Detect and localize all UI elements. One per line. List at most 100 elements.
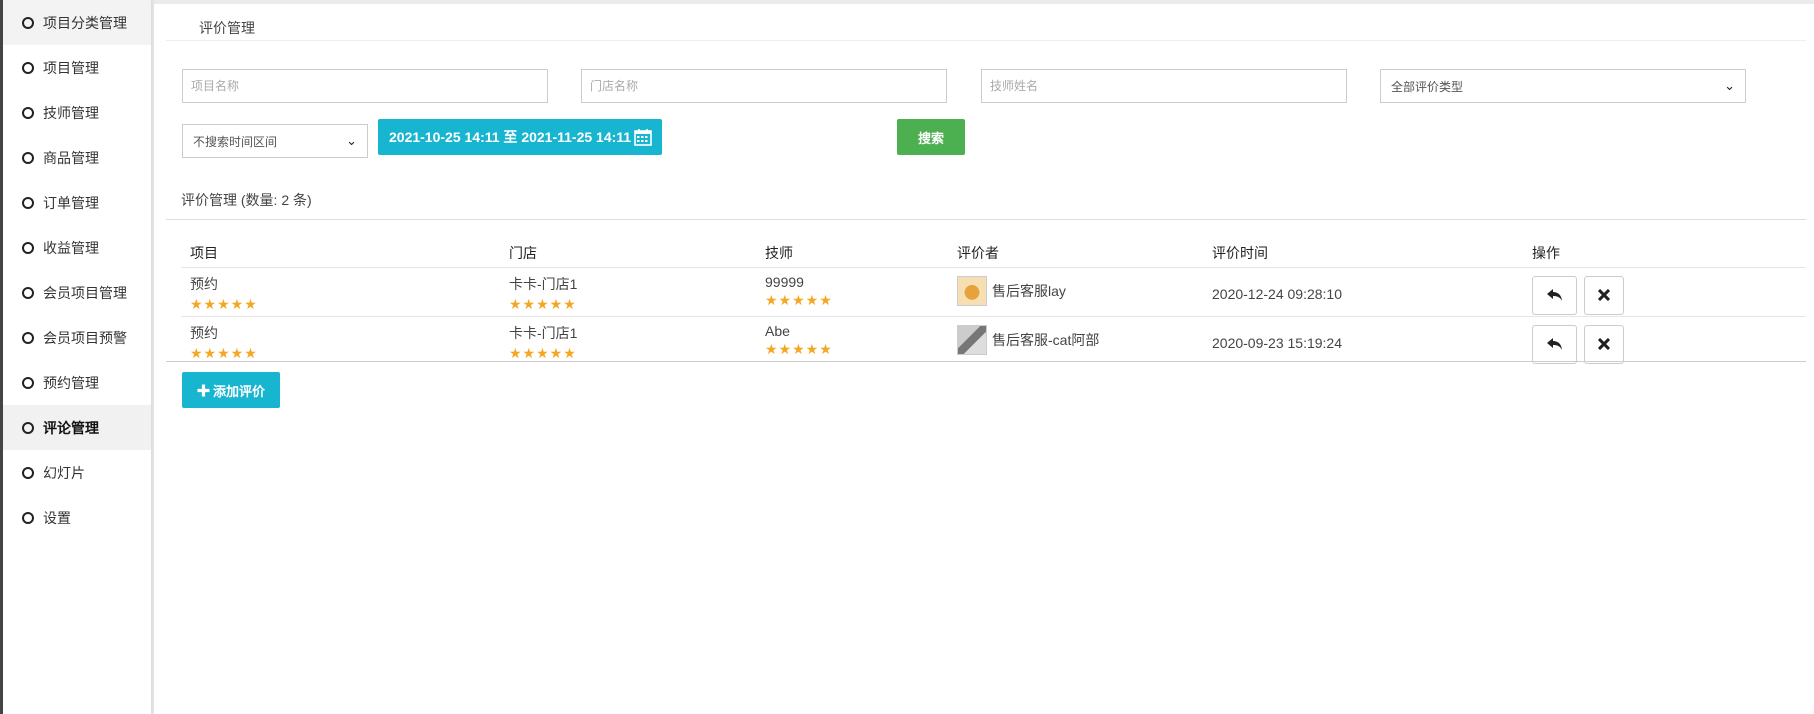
project-cell: 预约 ★★★★★ — [181, 266, 500, 316]
sidebar-item-label: 商品管理 — [43, 149, 99, 166]
divider — [166, 219, 1806, 220]
circle-icon — [22, 376, 34, 389]
sidebar-item-label: 技师管理 — [43, 104, 99, 121]
date-range-label: 2021-10-25 14:11 至 2021-11-25 14:11 — [389, 129, 632, 145]
list-header: 评价管理 (数量: 2 条) — [181, 192, 312, 208]
sidebar-item-member-projects[interactable]: 会员项目管理 — [3, 270, 151, 315]
time-range-select[interactable]: 不搜索时间区间 ⌄ — [182, 124, 368, 158]
sidebar: 项目分类管理 项目管理 技师管理 商品管理 订单管理 收益管理 会员项目管理 会… — [3, 0, 151, 714]
store-name-input[interactable] — [581, 69, 947, 103]
sidebar-item-technicians[interactable]: 技师管理 — [3, 90, 151, 135]
star-rating: ★★★★★ — [765, 340, 833, 357]
circle-icon — [22, 286, 34, 299]
column-header: 门店 — [509, 244, 537, 261]
table-header-row: 项目 门店 技师 评价者 评价时间 操作 — [181, 239, 1806, 267]
sidebar-item-member-alerts[interactable]: 会员项目预警 — [3, 315, 151, 360]
divider — [166, 40, 1806, 41]
reply-button[interactable] — [1532, 324, 1577, 364]
sidebar-item-label: 预约管理 — [43, 374, 99, 391]
sidebar-item-label: 项目分类管理 — [43, 14, 127, 31]
review-time: 2020-12-24 09:28:10 — [1203, 266, 1523, 316]
sidebar-item-earnings[interactable]: 收益管理 — [3, 225, 151, 270]
star-rating: ★★★★★ — [509, 344, 577, 361]
circle-icon — [22, 151, 34, 164]
store-cell: 卡卡-门店1 ★★★★★ — [500, 315, 756, 365]
reviewer-name: 售后客服-cat阿部 — [992, 331, 1100, 348]
reply-icon — [1546, 289, 1562, 301]
search-button[interactable]: 搜索 — [897, 119, 965, 155]
project-name: 预约 — [190, 324, 218, 341]
project-cell: 预约 ★★★★★ — [181, 315, 500, 365]
reviewer-cell: 售后客服lay — [948, 266, 1203, 316]
technician-name-input[interactable] — [981, 69, 1347, 103]
project-name-input[interactable] — [182, 69, 548, 103]
review-time: 2020-09-23 15:19:24 — [1203, 315, 1523, 365]
circle-icon — [22, 61, 34, 74]
calendar-icon — [634, 129, 652, 146]
delete-button[interactable] — [1584, 324, 1624, 364]
sidebar-item-projects[interactable]: 项目管理 — [3, 45, 151, 90]
reply-button[interactable] — [1532, 275, 1577, 315]
column-header: 技师 — [765, 244, 793, 261]
circle-icon — [22, 421, 34, 434]
store-name: 卡卡-门店1 — [509, 324, 578, 341]
sidebar-item-settings[interactable]: 设置 — [3, 495, 151, 540]
divider — [166, 361, 1806, 362]
sidebar-item-orders[interactable]: 订单管理 — [3, 180, 151, 225]
page-title: 评价管理 — [199, 20, 255, 36]
circle-icon — [22, 106, 34, 119]
sidebar-item-appointments[interactable]: 预约管理 — [3, 360, 151, 405]
sidebar-item-label: 收益管理 — [43, 239, 99, 256]
table-row: 预约 ★★★★★ 卡卡-门店1 ★★★★★ Abe ★★★★★ 售后客服-cat… — [181, 315, 1806, 365]
technician-name: 99999 — [765, 273, 804, 290]
circle-icon — [22, 16, 34, 29]
avatar — [957, 324, 987, 355]
sidebar-item-label: 评论管理 — [43, 419, 99, 436]
time-range-value: 不搜索时间区间 — [193, 134, 278, 149]
delete-button[interactable] — [1584, 275, 1624, 315]
star-rating: ★★★★★ — [509, 295, 577, 312]
sidebar-item-label: 会员项目管理 — [43, 284, 127, 301]
technician-cell: 99999 ★★★★★ — [756, 266, 948, 316]
column-header: 项目 — [190, 244, 218, 261]
main-panel: 评价管理 全部评价类型 ⌄ 不搜索时间区间 ⌄ 2021-10-25 14:11… — [154, 4, 1814, 714]
sidebar-item-label: 幻灯片 — [43, 464, 85, 481]
star-rating: ★★★★★ — [190, 295, 258, 312]
close-icon — [1598, 289, 1610, 301]
column-header: 评价者 — [957, 244, 999, 261]
sidebar-item-label: 会员项目预警 — [43, 329, 127, 346]
review-type-select[interactable]: 全部评价类型 ⌄ — [1380, 69, 1746, 103]
close-icon — [1598, 338, 1610, 350]
sidebar-item-label: 设置 — [43, 509, 71, 526]
reply-icon — [1546, 338, 1562, 350]
circle-icon — [22, 331, 34, 344]
sidebar-item-label: 订单管理 — [43, 194, 99, 211]
add-review-button[interactable]: 添加评价 — [182, 372, 280, 408]
sidebar-item-category[interactable]: 项目分类管理 — [3, 0, 151, 45]
reviewer-name: 售后客服lay — [992, 282, 1066, 299]
project-name: 预约 — [190, 275, 218, 292]
sidebar-item-label: 项目管理 — [43, 59, 99, 76]
circle-icon — [22, 511, 34, 524]
review-table: 项目 门店 技师 评价者 评价时间 操作 预约 ★★★★★ 卡卡-门店1 ★★★… — [181, 239, 1806, 365]
technician-name: Abe — [765, 322, 790, 339]
star-rating: ★★★★★ — [765, 291, 833, 308]
store-cell: 卡卡-门店1 ★★★★★ — [500, 266, 756, 316]
date-range-picker[interactable]: 2021-10-25 14:11 至 2021-11-25 14:11 — [378, 119, 662, 155]
avatar — [957, 275, 987, 306]
column-header: 操作 — [1532, 244, 1560, 261]
plus-icon — [197, 384, 210, 396]
review-type-value: 全部评价类型 — [1391, 79, 1464, 94]
chevron-down-icon: ⌄ — [346, 133, 357, 148]
circle-icon — [22, 241, 34, 254]
sidebar-item-reviews[interactable]: 评论管理 — [3, 405, 151, 450]
circle-icon — [22, 466, 34, 479]
star-rating: ★★★★★ — [190, 344, 258, 361]
reviewer-cell: 售后客服-cat阿部 — [948, 315, 1203, 365]
technician-cell: Abe ★★★★★ — [756, 315, 948, 365]
column-header: 评价时间 — [1212, 244, 1268, 261]
store-name: 卡卡-门店1 — [509, 275, 578, 292]
sidebar-item-goods[interactable]: 商品管理 — [3, 135, 151, 180]
sidebar-item-slides[interactable]: 幻灯片 — [3, 450, 151, 495]
table-row: 预约 ★★★★★ 卡卡-门店1 ★★★★★ 99999 ★★★★★ 售后客服la… — [181, 266, 1806, 316]
